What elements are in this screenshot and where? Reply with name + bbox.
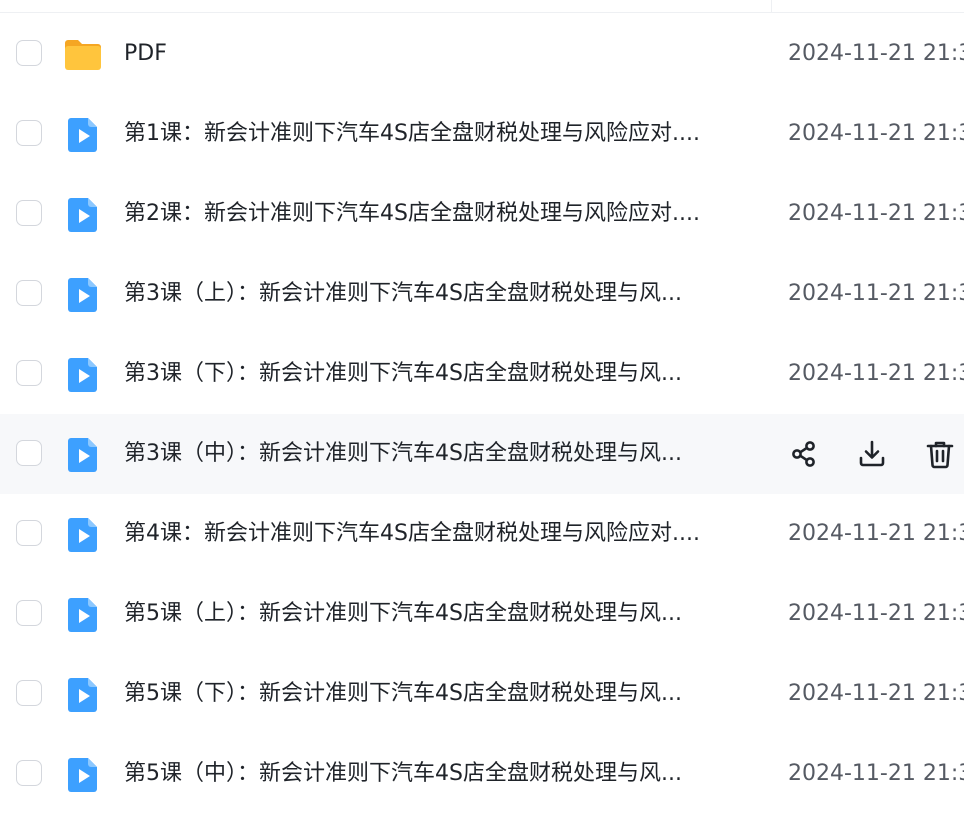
row-checkbox[interactable] xyxy=(16,280,42,306)
video-file-icon xyxy=(62,354,104,396)
file-list-page: PDF 2024-11-21 21:3 第1课：新会计准则下汽车4S店全盘财税处理与… xyxy=(0,0,964,816)
file-modified-date: 2024-11-21 21:3 xyxy=(788,41,964,66)
file-name[interactable]: 第5课（下）：新会计准则下汽车4S店全盘财税处理与风... xyxy=(124,676,746,712)
download-button[interactable] xyxy=(856,438,888,470)
file-name[interactable]: PDF xyxy=(124,36,746,72)
row-checkbox[interactable] xyxy=(16,760,42,786)
row-checkbox[interactable] xyxy=(16,680,42,706)
download-icon xyxy=(856,438,888,470)
file-name[interactable]: 第4课：新会计准则下汽车4S店全盘财税处理与风险应对.... xyxy=(124,516,746,552)
row-checkbox[interactable] xyxy=(16,520,42,546)
file-modified-date: 2024-11-21 21:3 xyxy=(788,361,964,386)
file-row[interactable]: 第5课（下）：新会计准则下汽车4S店全盘财税处理与风... 2024-11-21 … xyxy=(0,654,964,734)
file-name[interactable]: 第3课（中）：新会计准则下汽车4S店全盘财税处理与风... xyxy=(124,436,746,472)
video-file-icon xyxy=(62,194,104,236)
row-checkbox[interactable] xyxy=(16,360,42,386)
header-column-divider xyxy=(771,0,772,12)
file-modified-date: 2024-11-21 21:3 xyxy=(788,201,964,226)
video-file-icon xyxy=(62,674,104,716)
file-modified-date: 2024-11-21 21:3 xyxy=(788,761,964,786)
video-file-icon xyxy=(62,274,104,316)
file-modified-date: 2024-11-21 21:3 xyxy=(788,281,964,306)
video-file-icon xyxy=(62,754,104,796)
file-row[interactable]: 第1课：新会计准则下汽车4S店全盘财税处理与风险应对.... 2024-11-21… xyxy=(0,94,964,174)
file-row[interactable]: 第4课：新会计准则下汽车4S店全盘财税处理与风险应对.... 2024-11-21… xyxy=(0,494,964,574)
file-name[interactable]: 第5课（中）：新会计准则下汽车4S店全盘财税处理与风... xyxy=(124,756,746,792)
file-modified-date: 2024-11-21 21:3 xyxy=(788,521,964,546)
video-file-icon xyxy=(62,514,104,556)
header-divider xyxy=(0,12,964,13)
row-checkbox[interactable] xyxy=(16,440,42,466)
file-list: PDF 2024-11-21 21:3 第1课：新会计准则下汽车4S店全盘财税处理与… xyxy=(0,14,964,814)
row-checkbox[interactable] xyxy=(16,600,42,626)
share-button[interactable] xyxy=(788,438,820,470)
file-row[interactable]: 第3课（中）：新会计准则下汽车4S店全盘财税处理与风... xyxy=(0,414,964,494)
row-checkbox[interactable] xyxy=(16,120,42,146)
file-name[interactable]: 第2课：新会计准则下汽车4S店全盘财税处理与风险应对.... xyxy=(124,196,746,232)
file-name[interactable]: 第3课（上）：新会计准则下汽车4S店全盘财税处理与风... xyxy=(124,276,746,312)
file-row[interactable]: PDF 2024-11-21 21:3 xyxy=(0,14,964,94)
file-row[interactable]: 第5课（中）：新会计准则下汽车4S店全盘财税处理与风... 2024-11-21 … xyxy=(0,734,964,814)
video-file-icon xyxy=(62,114,104,156)
share-icon xyxy=(788,438,820,470)
file-modified-date: 2024-11-21 21:3 xyxy=(788,601,964,626)
row-checkbox[interactable] xyxy=(16,40,42,66)
file-name[interactable]: 第1课：新会计准则下汽车4S店全盘财税处理与风险应对.... xyxy=(124,116,746,152)
row-checkbox[interactable] xyxy=(16,200,42,226)
file-row[interactable]: 第2课：新会计准则下汽车4S店全盘财税处理与风险应对.... 2024-11-21… xyxy=(0,174,964,254)
folder-icon xyxy=(62,34,104,76)
file-modified-date: 2024-11-21 21:3 xyxy=(788,121,964,146)
delete-button[interactable] xyxy=(924,438,956,470)
trash-icon xyxy=(924,438,956,470)
file-row[interactable]: 第3课（下）：新会计准则下汽车4S店全盘财税处理与风... 2024-11-21 … xyxy=(0,334,964,414)
file-row[interactable]: 第3课（上）：新会计准则下汽车4S店全盘财税处理与风... 2024-11-21 … xyxy=(0,254,964,334)
file-name[interactable]: 第5课（上）：新会计准则下汽车4S店全盘财税处理与风... xyxy=(124,596,746,632)
file-row[interactable]: 第5课（上）：新会计准则下汽车4S店全盘财税处理与风... 2024-11-21 … xyxy=(0,574,964,654)
video-file-icon xyxy=(62,434,104,476)
file-modified-date: 2024-11-21 21:3 xyxy=(788,681,964,706)
video-file-icon xyxy=(62,594,104,636)
file-name[interactable]: 第3课（下）：新会计准则下汽车4S店全盘财税处理与风... xyxy=(124,356,746,392)
